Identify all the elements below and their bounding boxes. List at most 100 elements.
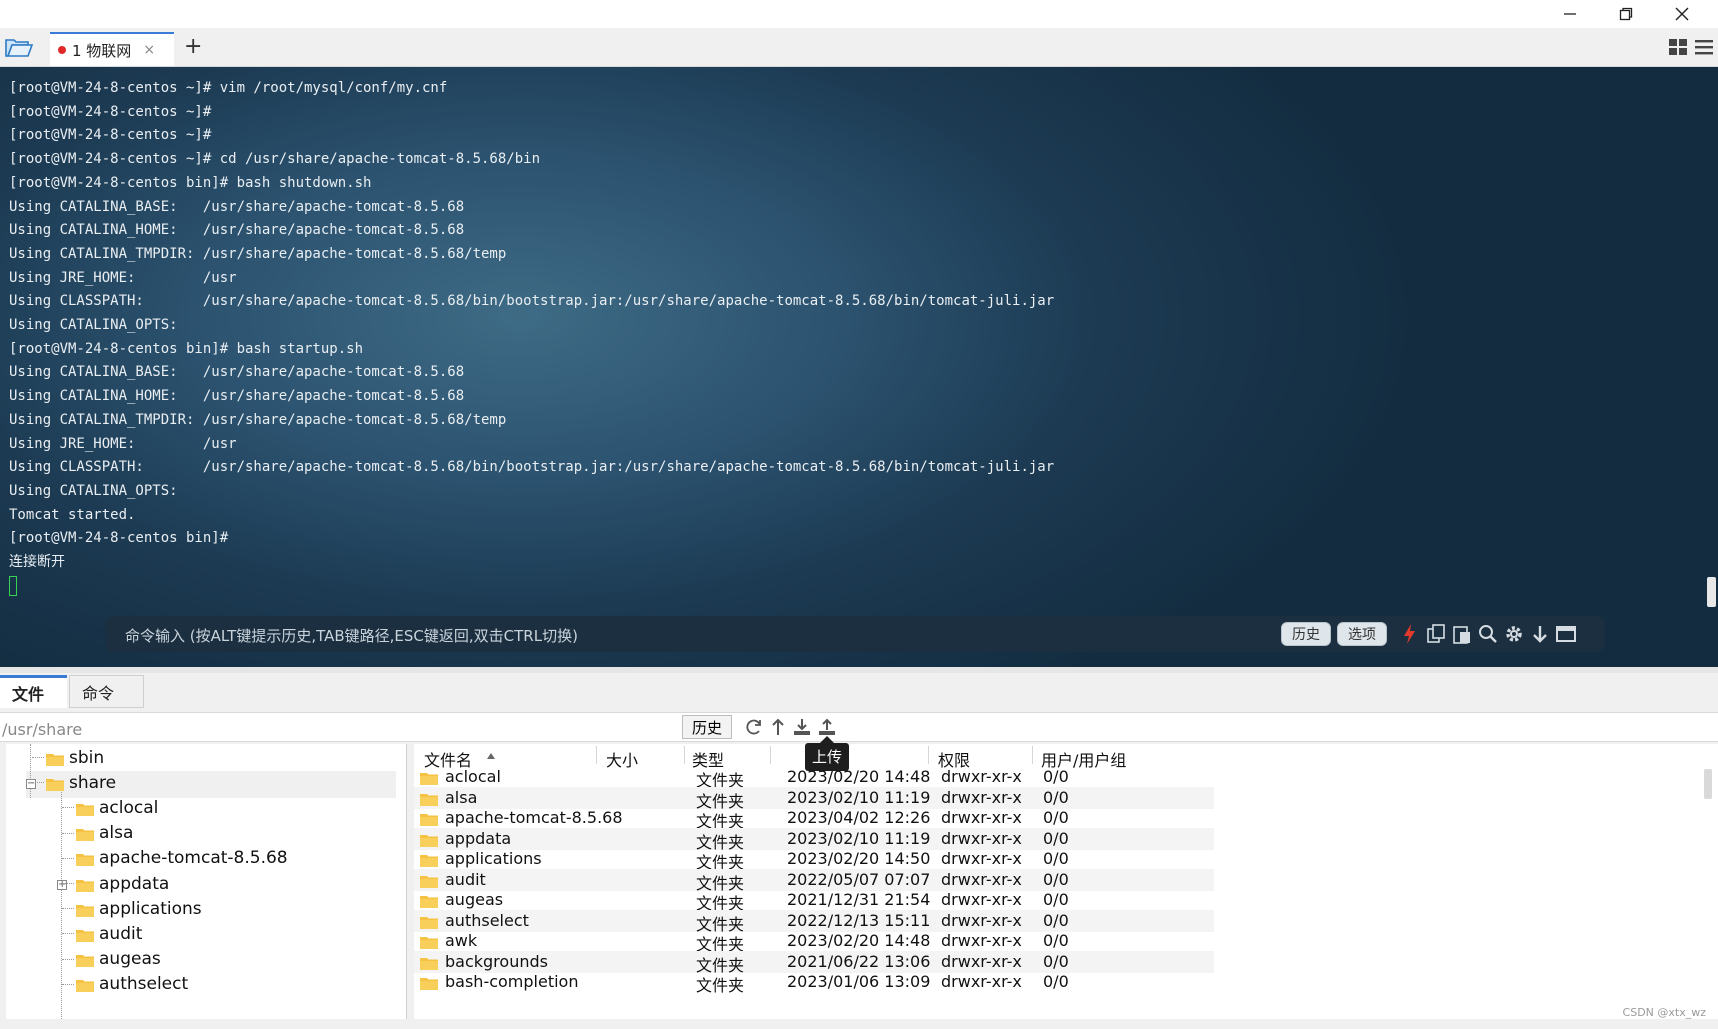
sort-ascending-icon [487, 753, 495, 759]
copy-icon[interactable] [1425, 623, 1447, 645]
terminal-line: [root@VM-24-8-centos ~]# cd /usr/share/a… [9, 151, 541, 168]
file-mtime: 2023/02/10 11:19 [787, 787, 931, 807]
file-name: apache-tomcat-8.5.68 [445, 808, 623, 827]
command-input-bar[interactable]: 命令输入 (按ALT键提示历史,TAB键路径,ESC键返回,双击CTRL切换) … [105, 616, 1605, 652]
terminal-pane[interactable]: [root@VM-24-8-centos ~]# vim /root/mysql… [0, 67, 1718, 667]
folder-icon [76, 952, 94, 968]
tree-guide [62, 883, 74, 884]
terminal-line: Using CATALINA_HOME: /usr/share/apache-t… [9, 222, 465, 239]
folder-icon [76, 826, 94, 842]
tree-item[interactable]: apache-tomcat-8.5.68 [76, 845, 288, 872]
file-row[interactable]: audit 文件夹 2022/05/07 07:07 drwxr-xr-x 0/0 [414, 868, 1214, 893]
terminal-line: Using CATALINA_BASE: /usr/share/apache-t… [9, 198, 465, 215]
tab-files[interactable]: 文件 [0, 675, 67, 708]
command-input[interactable]: 命令输入 (按ALT键提示历史,TAB键路径,ESC键返回,双击CTRL切换) [125, 625, 578, 646]
tree-item[interactable]: augeas [76, 946, 161, 973]
tree-item[interactable]: sbin [46, 744, 104, 771]
refresh-icon[interactable] [744, 717, 764, 737]
tree-item[interactable]: share [46, 769, 116, 796]
tree-item[interactable]: alsa [76, 820, 133, 847]
tree-guide [62, 832, 74, 834]
tree-item[interactable]: audit [76, 920, 142, 947]
tree-guide [32, 782, 44, 784]
file-mtime: 2021/06/22 13:06 [787, 951, 931, 971]
upload-icon[interactable] [817, 717, 837, 737]
file-list[interactable]: 文件名 大小 类型 时间 权限 用户/用户组 aclocal 文件夹 2023/02… [414, 744, 1718, 1019]
file-name: augeas [445, 890, 504, 909]
window-icon[interactable] [1555, 623, 1577, 645]
close-tab-icon[interactable]: × [143, 42, 155, 58]
tree-item-label: authselect [99, 974, 189, 995]
tree-item[interactable]: appdata [76, 870, 169, 897]
folder-icon [420, 832, 438, 847]
file-row[interactable]: augeas 文件夹 2021/12/31 21:54 drwxr-xr-x 0/0 [414, 889, 1214, 913]
file-row[interactable]: apache-tomcat-8.5.68 文件夹 2023/04/02 12:26 d… [414, 807, 1214, 831]
tab-session-1[interactable]: 1 物联网 × [50, 32, 174, 66]
file-name: aclocal [445, 767, 501, 786]
folder-icon [420, 934, 438, 949]
file-perms: drwxr-xr-x [941, 931, 1022, 950]
tree-guide [30, 744, 31, 798]
path-history-button[interactable]: 历史 [682, 715, 732, 739]
folder-icon [420, 770, 438, 785]
tree-guide [62, 807, 74, 809]
restore-button[interactable] [1598, 0, 1654, 28]
folder-icon [420, 893, 438, 908]
file-mtime: 2022/12/13 15:11 [787, 910, 931, 930]
close-window-button[interactable] [1654, 0, 1710, 28]
grid-layout-icon[interactable] [1668, 38, 1688, 56]
tree-item-label: applications [99, 898, 202, 919]
file-name: authselect [445, 910, 529, 930]
tree-item[interactable]: authselect [76, 971, 188, 998]
tree-item[interactable]: aclocal [76, 794, 158, 821]
menu-icon[interactable] [1694, 38, 1714, 56]
terminal-line: Using CATALINA_HOME: /usr/share/apache-t… [9, 388, 465, 405]
file-row[interactable]: applications 文件夹 2023/02/20 14:50 drwxr-xr-… [414, 848, 1214, 872]
paste-icon[interactable] [1451, 623, 1473, 645]
file-owner: 0/0 [1043, 767, 1069, 786]
terminal-line: Using JRE_HOME: /usr [9, 435, 237, 452]
file-row[interactable]: awk 文件夹 2023/02/20 14:48 drwxr-xr-x 0/0 [414, 930, 1214, 954]
file-perms: drwxr-xr-x [941, 869, 1022, 889]
download-icon[interactable] [792, 717, 812, 737]
search-icon[interactable] [1477, 623, 1499, 645]
tree-guide [62, 983, 74, 985]
file-row[interactable]: bash-completion 文件夹 2023/01/06 13:09 drwxr-… [414, 971, 1214, 995]
minimize-button[interactable] [1542, 0, 1598, 28]
tab-commands[interactable]: 命令 [69, 675, 144, 708]
folder-icon [76, 977, 94, 993]
history-button[interactable]: 历史 [1281, 622, 1331, 646]
tree-item[interactable]: applications [76, 895, 202, 922]
terminal-cursor-line [9, 575, 1054, 599]
folder-icon [76, 902, 94, 917]
file-list-scrollbar[interactable] [1704, 769, 1712, 799]
gear-icon[interactable] [1503, 623, 1525, 645]
file-row[interactable]: appdata 文件夹 2023/02/10 11:19 drwxr-xr-x 0/0 [414, 827, 1214, 852]
file-row[interactable]: authselect 文件夹 2022/12/13 15:11 drwxr-xr-x 0… [414, 909, 1214, 934]
directory-tree[interactable]: − + sbin share aclocal alsa apache-tomcat-8.… [6, 744, 407, 1019]
file-row[interactable]: alsa 文件夹 2023/02/10 11:19 drwxr-xr-x 0/0 [414, 786, 1214, 811]
file-perms: drwxr-xr-x [941, 849, 1022, 868]
file-name: appdata [445, 828, 512, 848]
tree-item-label: apache-tomcat-8.5.68 [99, 848, 288, 869]
folder-icon [46, 751, 64, 766]
collapse-share-toggle[interactable]: − [26, 779, 36, 789]
file-row[interactable]: backgrounds 文件夹 2021/06/22 13:06 drwxr-xr-x… [414, 950, 1214, 975]
terminal-line: Using JRE_HOME: /usr [9, 269, 237, 286]
path-input[interactable] [0, 716, 684, 742]
connection-status-dot [58, 46, 66, 54]
open-session-button[interactable] [4, 34, 34, 60]
lightning-icon[interactable] [1399, 623, 1421, 645]
up-dir-icon[interactable] [768, 717, 788, 737]
expand-tomcat-toggle[interactable]: + [57, 880, 67, 890]
terminal-line: Using CATALINA_BASE: /usr/share/apache-t… [9, 364, 465, 381]
terminal-line: [root@VM-24-8-centos bin]# [9, 530, 229, 547]
add-tab-button[interactable]: + [184, 34, 202, 60]
options-button[interactable]: 选项 [1337, 622, 1387, 646]
title-bar [0, 0, 1718, 28]
file-owner: 0/0 [1043, 849, 1069, 868]
terminal-scrollbar[interactable] [1707, 577, 1716, 607]
file-perms: drwxr-xr-x [941, 972, 1022, 991]
down-arrow-icon[interactable] [1529, 623, 1551, 645]
folder-open-icon [5, 39, 34, 57]
